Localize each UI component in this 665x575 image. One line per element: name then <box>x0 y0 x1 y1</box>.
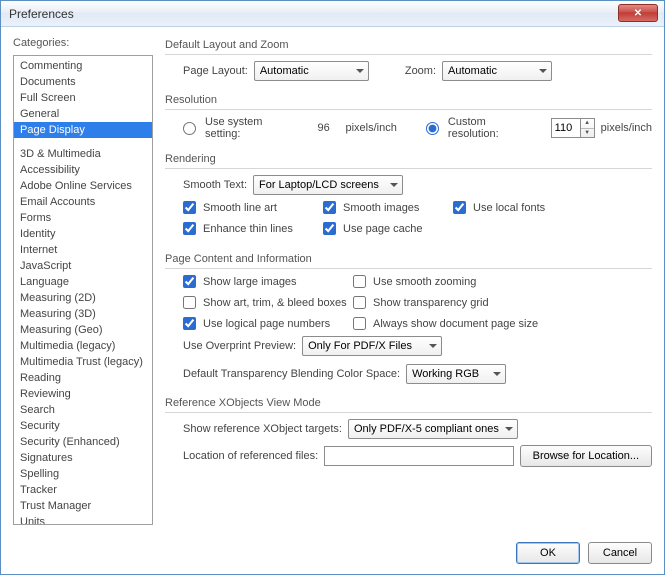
transparency-grid-checkbox[interactable]: Show transparency grid <box>353 296 573 309</box>
smooth-line-art-checkbox[interactable]: Smooth line art <box>183 201 323 214</box>
xobject-targets-select[interactable]: Only PDF/X-5 compliant ones <box>348 419 518 439</box>
sidebar-item-language[interactable]: Language <box>14 274 152 290</box>
bleed-boxes-checkbox[interactable]: Show art, trim, & bleed boxes <box>183 296 353 309</box>
page-layout-select[interactable]: Automatic <box>254 61 369 81</box>
close-icon: ✕ <box>634 8 642 19</box>
overprint-select[interactable]: Only For PDF/X Files <box>302 336 442 356</box>
sidebar-item-accessibility[interactable]: Accessibility <box>14 162 152 178</box>
browse-location-button[interactable]: Browse for Location... <box>520 445 652 467</box>
sidebar-item-reading[interactable]: Reading <box>14 370 152 386</box>
page-layout-label: Page Layout: <box>183 65 248 77</box>
sidebar-item-multimedia-legacy-[interactable]: Multimedia (legacy) <box>14 338 152 354</box>
group-title-rendering: Rendering <box>165 151 652 168</box>
sidebar-item-spelling[interactable]: Spelling <box>14 466 152 482</box>
sidebar-item-trust-manager[interactable]: Trust Manager <box>14 498 152 514</box>
group-title-resolution: Resolution <box>165 92 652 109</box>
sidebar-item-security[interactable]: Security <box>14 418 152 434</box>
sidebar-item-full-screen[interactable]: Full Screen <box>14 90 152 106</box>
sidebar-item-search[interactable]: Search <box>14 402 152 418</box>
large-images-checkbox[interactable]: Show large images <box>183 275 353 288</box>
ok-button[interactable]: OK <box>516 542 580 564</box>
sidebar-item-3d-multimedia[interactable]: 3D & Multimedia <box>14 146 152 162</box>
group-content: Page Content and Information Show large … <box>165 251 652 387</box>
sidebar-item-documents[interactable]: Documents <box>14 74 152 90</box>
custom-resolution-label: Custom resolution: <box>448 116 535 140</box>
titlebar: Preferences ✕ <box>1 1 664 27</box>
sidebar-item-internet[interactable]: Internet <box>14 242 152 258</box>
logical-page-checkbox[interactable]: Use logical page numbers <box>183 317 353 330</box>
resolution-unit-2: pixels/inch <box>601 122 652 134</box>
sidebar-item-measuring-3d-[interactable]: Measuring (3D) <box>14 306 152 322</box>
categories-label: Categories: <box>13 37 153 51</box>
system-resolution-value: 96 <box>317 122 329 134</box>
dialog-footer: OK Cancel <box>1 536 664 574</box>
resolution-unit-1: pixels/inch <box>346 122 397 134</box>
categories-list[interactable]: CommentingDocumentsFull ScreenGeneralPag… <box>13 55 153 525</box>
local-fonts-checkbox[interactable]: Use local fonts <box>453 201 603 214</box>
sidebar-item-page-display[interactable]: Page Display <box>14 122 152 138</box>
blend-select[interactable]: Working RGB <box>406 364 506 384</box>
sidebar-item-multimedia-trust-legacy-[interactable]: Multimedia Trust (legacy) <box>14 354 152 370</box>
xobject-targets-label: Show reference XObject targets: <box>183 423 342 435</box>
sidebar-item-units[interactable]: Units <box>14 514 152 525</box>
sidebar-item-email-accounts[interactable]: Email Accounts <box>14 194 152 210</box>
smooth-text-select[interactable]: For Laptop/LCD screens <box>253 175 403 195</box>
sidebar-item-reviewing[interactable]: Reviewing <box>14 386 152 402</box>
sidebar-item-measuring-2d-[interactable]: Measuring (2D) <box>14 290 152 306</box>
group-layout-zoom: Default Layout and Zoom Page Layout: Aut… <box>165 37 652 84</box>
sidebar-item-commenting[interactable]: Commenting <box>14 58 152 74</box>
sidebar-item-security-enhanced-[interactable]: Security (Enhanced) <box>14 434 152 450</box>
overprint-label: Use Overprint Preview: <box>183 340 296 352</box>
main-panel: Default Layout and Zoom Page Layout: Aut… <box>165 37 652 528</box>
location-label: Location of referenced files: <box>183 450 318 462</box>
preferences-dialog: Preferences ✕ Categories: CommentingDocu… <box>0 0 665 575</box>
smooth-zoom-checkbox[interactable]: Use smooth zooming <box>353 275 573 288</box>
smooth-text-label: Smooth Text: <box>183 179 247 191</box>
custom-resolution-input[interactable] <box>551 118 581 138</box>
spinner-up-icon[interactable]: ▲ <box>581 119 594 129</box>
group-title-layoutzoom: Default Layout and Zoom <box>165 37 652 54</box>
sidebar-item-signatures[interactable]: Signatures <box>14 450 152 466</box>
zoom-label: Zoom: <box>405 65 436 77</box>
blend-label: Default Transparency Blending Color Spac… <box>183 368 400 380</box>
sidebar-item-measuring-geo-[interactable]: Measuring (Geo) <box>14 322 152 338</box>
custom-resolution-spinner[interactable]: ▲ ▼ <box>551 118 595 138</box>
sidebar-item-tracker[interactable]: Tracker <box>14 482 152 498</box>
smooth-images-checkbox[interactable]: Smooth images <box>323 201 453 214</box>
custom-resolution-radio[interactable] <box>426 122 439 135</box>
window-title: Preferences <box>9 7 74 21</box>
group-xobjects: Reference XObjects View Mode Show refere… <box>165 395 652 470</box>
page-cache-checkbox[interactable]: Use page cache <box>323 222 453 235</box>
system-resolution-label: Use system setting: <box>205 116 296 140</box>
spinner-down-icon[interactable]: ▼ <box>581 129 594 138</box>
group-title-xobjects: Reference XObjects View Mode <box>165 395 652 412</box>
sidebar-item-forms[interactable]: Forms <box>14 210 152 226</box>
location-input[interactable] <box>324 446 513 466</box>
sidebar-item-general[interactable]: General <box>14 106 152 122</box>
sidebar-item-adobe-online-services[interactable]: Adobe Online Services <box>14 178 152 194</box>
group-title-content: Page Content and Information <box>165 251 652 268</box>
close-button[interactable]: ✕ <box>618 4 658 22</box>
doc-page-size-checkbox[interactable]: Always show document page size <box>353 317 573 330</box>
group-rendering: Rendering Smooth Text: For Laptop/LCD sc… <box>165 151 652 243</box>
sidebar-item-javascript[interactable]: JavaScript <box>14 258 152 274</box>
sidebar-item-identity[interactable]: Identity <box>14 226 152 242</box>
cancel-button[interactable]: Cancel <box>588 542 652 564</box>
sidebar: Categories: CommentingDocumentsFull Scre… <box>13 37 153 528</box>
system-resolution-radio[interactable] <box>183 122 196 135</box>
enhance-thin-checkbox[interactable]: Enhance thin lines <box>183 222 323 235</box>
group-resolution: Resolution Use system setting: 96 pixels… <box>165 92 652 143</box>
zoom-select[interactable]: Automatic <box>442 61 552 81</box>
